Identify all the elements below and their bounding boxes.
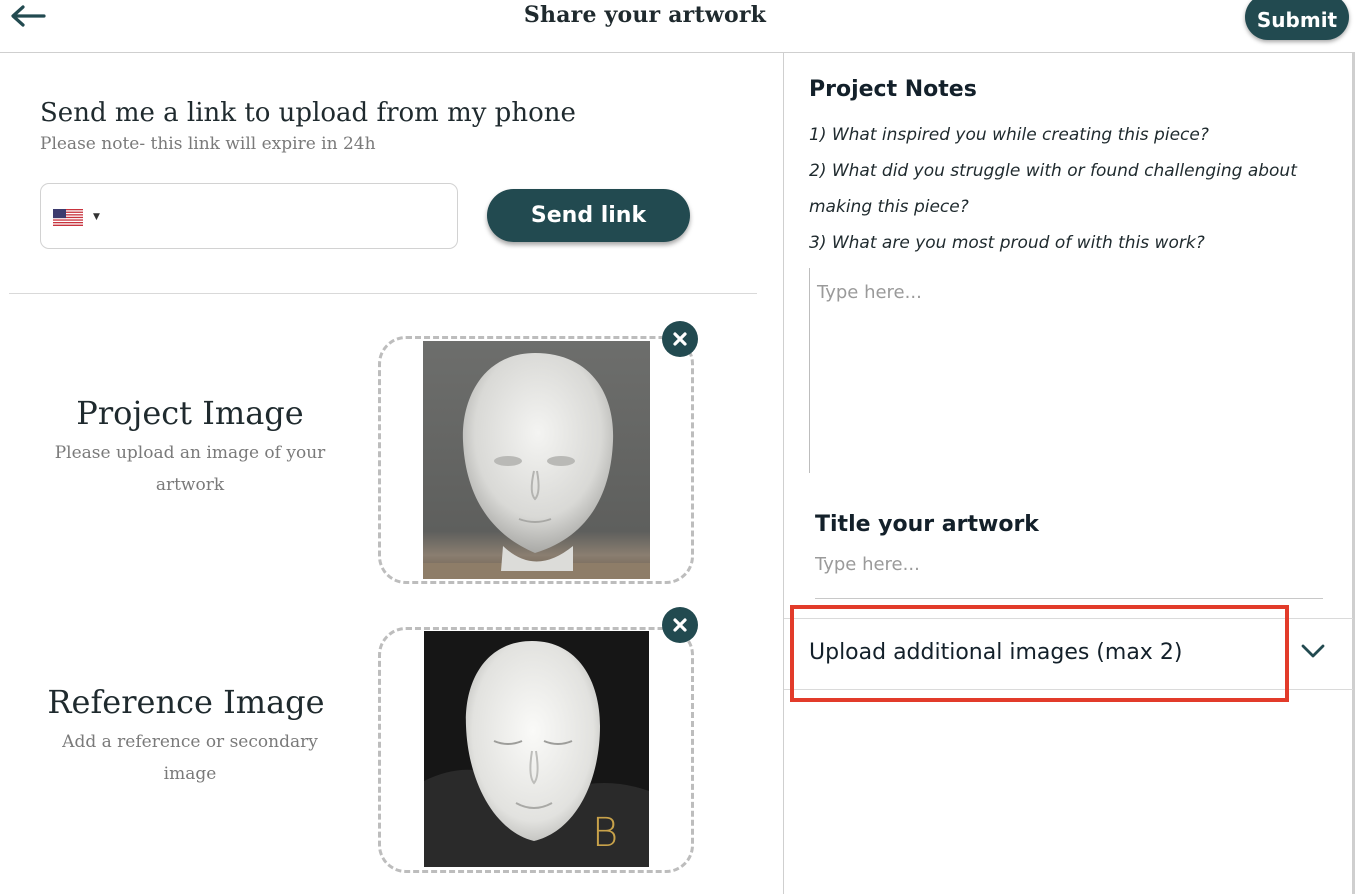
artwork-title-input[interactable]: [815, 549, 1323, 599]
remove-project-image-button[interactable]: [662, 321, 698, 357]
project-image-title: Project Image: [76, 394, 304, 432]
photo-mark: B: [592, 810, 619, 856]
title-heading: Title your artwork: [815, 512, 1039, 537]
project-image-photo: [423, 341, 650, 579]
upload-additional-images-dropdown[interactable]: Upload additional images (max 2): [784, 618, 1353, 690]
close-icon: [673, 618, 687, 632]
caret-down-icon: ▼: [93, 212, 100, 222]
remove-reference-image-button[interactable]: [662, 607, 698, 643]
project-image-subtitle: Please upload an image of your artwork: [54, 443, 326, 495]
chevron-down-icon: [1301, 644, 1325, 658]
country-code-select[interactable]: ▼: [53, 206, 100, 228]
send-link-button[interactable]: Send link: [487, 189, 690, 242]
notes-prompt-3: 3) What are you most proud of with this …: [809, 233, 1205, 253]
panel-divider: [783, 52, 784, 894]
top-bar: Share your artwork Submit: [0, 0, 1355, 53]
reference-image-title: Reference Image: [47, 683, 325, 721]
upload-additional-images-label: Upload additional images (max 2): [809, 640, 1183, 665]
project-notes-textarea[interactable]: [809, 268, 1319, 473]
page-title: Share your artwork: [523, 2, 767, 28]
reference-image-photo: B: [424, 631, 649, 867]
sculpture-head-image: [423, 353, 650, 579]
notes-prompt-1: 1) What inspired you while creating this…: [809, 125, 1209, 145]
us-flag-icon: [53, 208, 83, 226]
phone-upload-heading: Send me a link to upload from my phone: [40, 98, 576, 128]
section-divider: [9, 293, 757, 294]
project-notes-heading: Project Notes: [809, 77, 977, 102]
phone-number-field[interactable]: ▼: [40, 183, 458, 249]
close-icon: [673, 332, 687, 346]
phone-upload-note: Please note- this link will expire in 24…: [40, 134, 376, 154]
submit-button[interactable]: Submit: [1245, 0, 1349, 40]
reference-image-subtitle: Add a reference or secondary image: [62, 732, 318, 784]
notes-prompt-2: 2) What did you struggle with or found c…: [809, 161, 1297, 217]
